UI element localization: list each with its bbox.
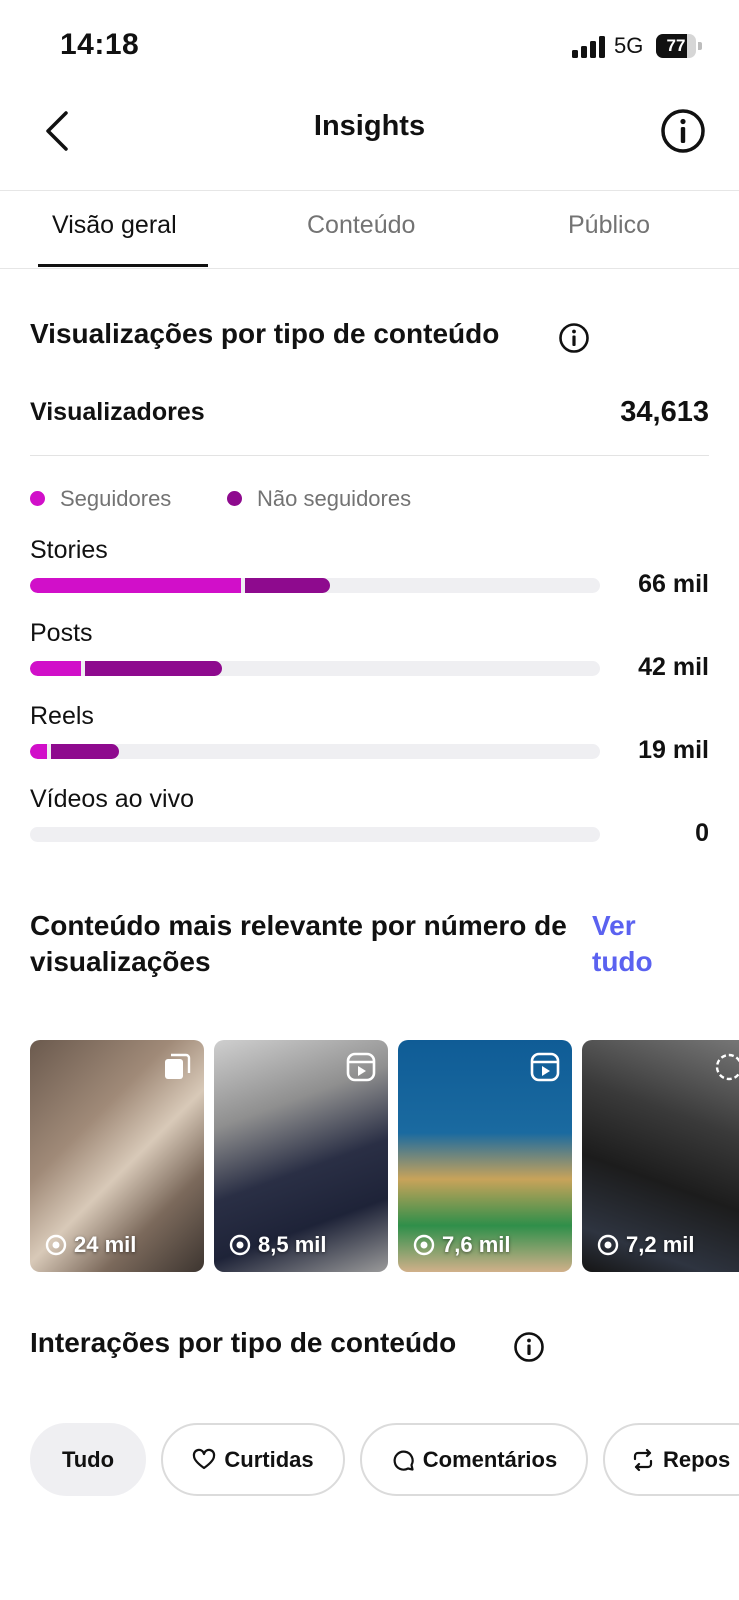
info-icon[interactable]	[513, 1331, 545, 1363]
chip-reposts[interactable]: Repos	[603, 1423, 739, 1496]
legend-dot-non-followers	[227, 490, 242, 506]
bar-segment-non-followers	[244, 578, 331, 593]
views-icon	[413, 1234, 435, 1256]
signal-icon	[572, 36, 605, 58]
views-icon	[229, 1234, 251, 1256]
header: Insights	[0, 90, 739, 190]
bar-label: Stories	[30, 536, 108, 564]
legend-label: Seguidores	[60, 486, 172, 511]
viewers-label: Visualizadores	[30, 398, 205, 426]
battery-level: 77	[666, 36, 686, 55]
legend-non-followers: Não seguidores	[227, 486, 411, 512]
content-thumbnail[interactable]: 7,6 mil	[398, 1040, 572, 1272]
viewers-value: 34,613	[620, 396, 709, 428]
chip-label: Comentários	[422, 1446, 558, 1472]
legend-dot-followers	[30, 490, 45, 506]
see-all-link[interactable]: Ver tudo	[592, 908, 702, 980]
bar-segment-followers	[30, 578, 241, 593]
carousel-icon	[165, 1053, 191, 1079]
thumbnail-views: 7,2 mil	[596, 1232, 694, 1258]
interactions-section-title: Interações por tipo de conteúdo	[30, 1327, 457, 1358]
interaction-filter-chips: Tudo Curtidas Comentários Repos	[30, 1423, 739, 1498]
legend-followers: Seguidores	[30, 486, 171, 512]
thumbnail-views: 8,5 mil	[228, 1232, 326, 1258]
chip-likes[interactable]: Curtidas	[161, 1423, 345, 1496]
thumbnail-views: 24 mil	[44, 1232, 136, 1258]
tab-active-indicator	[38, 264, 208, 267]
tab-content[interactable]: Conteúdo	[307, 211, 415, 240]
views-section-title: Visualizações por tipo de conteúdo	[30, 318, 500, 349]
bar-value: 19 mil	[638, 736, 709, 764]
thumbnail-views-count: 24 mil	[74, 1232, 137, 1257]
legend-label: Não seguidores	[257, 486, 412, 511]
bar-label: Posts	[30, 619, 93, 647]
story-icon	[715, 1053, 739, 1081]
bar-row-live-videos: Vídeos ao vivo 0	[30, 785, 709, 865]
reels-icon	[530, 1052, 560, 1082]
status-bar: 14:18 5G 77	[0, 0, 739, 90]
content-thumbnail[interactable]: 7,2 mil	[582, 1040, 739, 1272]
top-content-carousel: 24 mil 8,5 mil 7,6 mil 7,2 mil	[30, 1040, 739, 1275]
divider	[30, 455, 709, 456]
bar-track	[30, 827, 600, 842]
tab-overview[interactable]: Visão geral	[52, 211, 177, 240]
bar-value: 66 mil	[638, 570, 709, 598]
tab-audience[interactable]: Público	[568, 211, 650, 240]
chip-label: Curtidas	[224, 1446, 314, 1472]
bar-label: Reels	[30, 702, 94, 730]
bar-value: 42 mil	[638, 653, 709, 681]
bar-segment-non-followers	[85, 661, 223, 676]
chip-label: Tudo	[61, 1446, 115, 1472]
bar-value: 0	[695, 819, 709, 847]
thumbnail-views-count: 8,5 mil	[258, 1232, 327, 1257]
reels-icon	[346, 1052, 376, 1082]
comment-icon	[393, 1450, 414, 1471]
info-icon[interactable]	[558, 322, 590, 354]
bar-row-stories: Stories 66 mil	[30, 536, 709, 616]
views-icon	[45, 1234, 67, 1256]
heart-icon	[193, 1448, 216, 1469]
info-icon[interactable]	[660, 108, 706, 154]
bar-segment-non-followers	[51, 744, 120, 759]
bar-row-posts: Posts 42 mil	[30, 619, 709, 699]
views-icon	[597, 1234, 619, 1256]
content-thumbnail[interactable]: 8,5 mil	[214, 1040, 388, 1272]
thumbnail-views-count: 7,2 mil	[626, 1232, 695, 1257]
bar-segment-followers	[30, 744, 48, 759]
chip-label: Repos	[663, 1446, 731, 1472]
network-label: 5G	[614, 33, 644, 58]
page-title: Insights	[313, 110, 426, 142]
top-content-title: Conteúdo mais relevante por número de vi…	[30, 910, 567, 977]
battery-icon: 77	[656, 34, 702, 58]
chip-comments[interactable]: Comentários	[360, 1423, 588, 1496]
repost-icon	[633, 1448, 653, 1471]
bar-track	[30, 744, 600, 759]
bar-row-reels: Reels 19 mil	[30, 702, 709, 782]
bar-track	[30, 661, 600, 676]
thumbnail-views-count: 7,6 mil	[442, 1232, 511, 1257]
bar-track	[30, 578, 600, 593]
thumbnail-views: 7,6 mil	[412, 1232, 510, 1258]
bar-segment-followers	[30, 661, 82, 676]
bar-label: Vídeos ao vivo	[30, 785, 194, 813]
chip-all[interactable]: Tudo	[30, 1423, 146, 1496]
status-time: 14:18	[60, 28, 140, 61]
tab-bar: Visão geral Conteúdo Público	[0, 191, 739, 269]
content-thumbnail[interactable]: 24 mil	[30, 1040, 204, 1272]
